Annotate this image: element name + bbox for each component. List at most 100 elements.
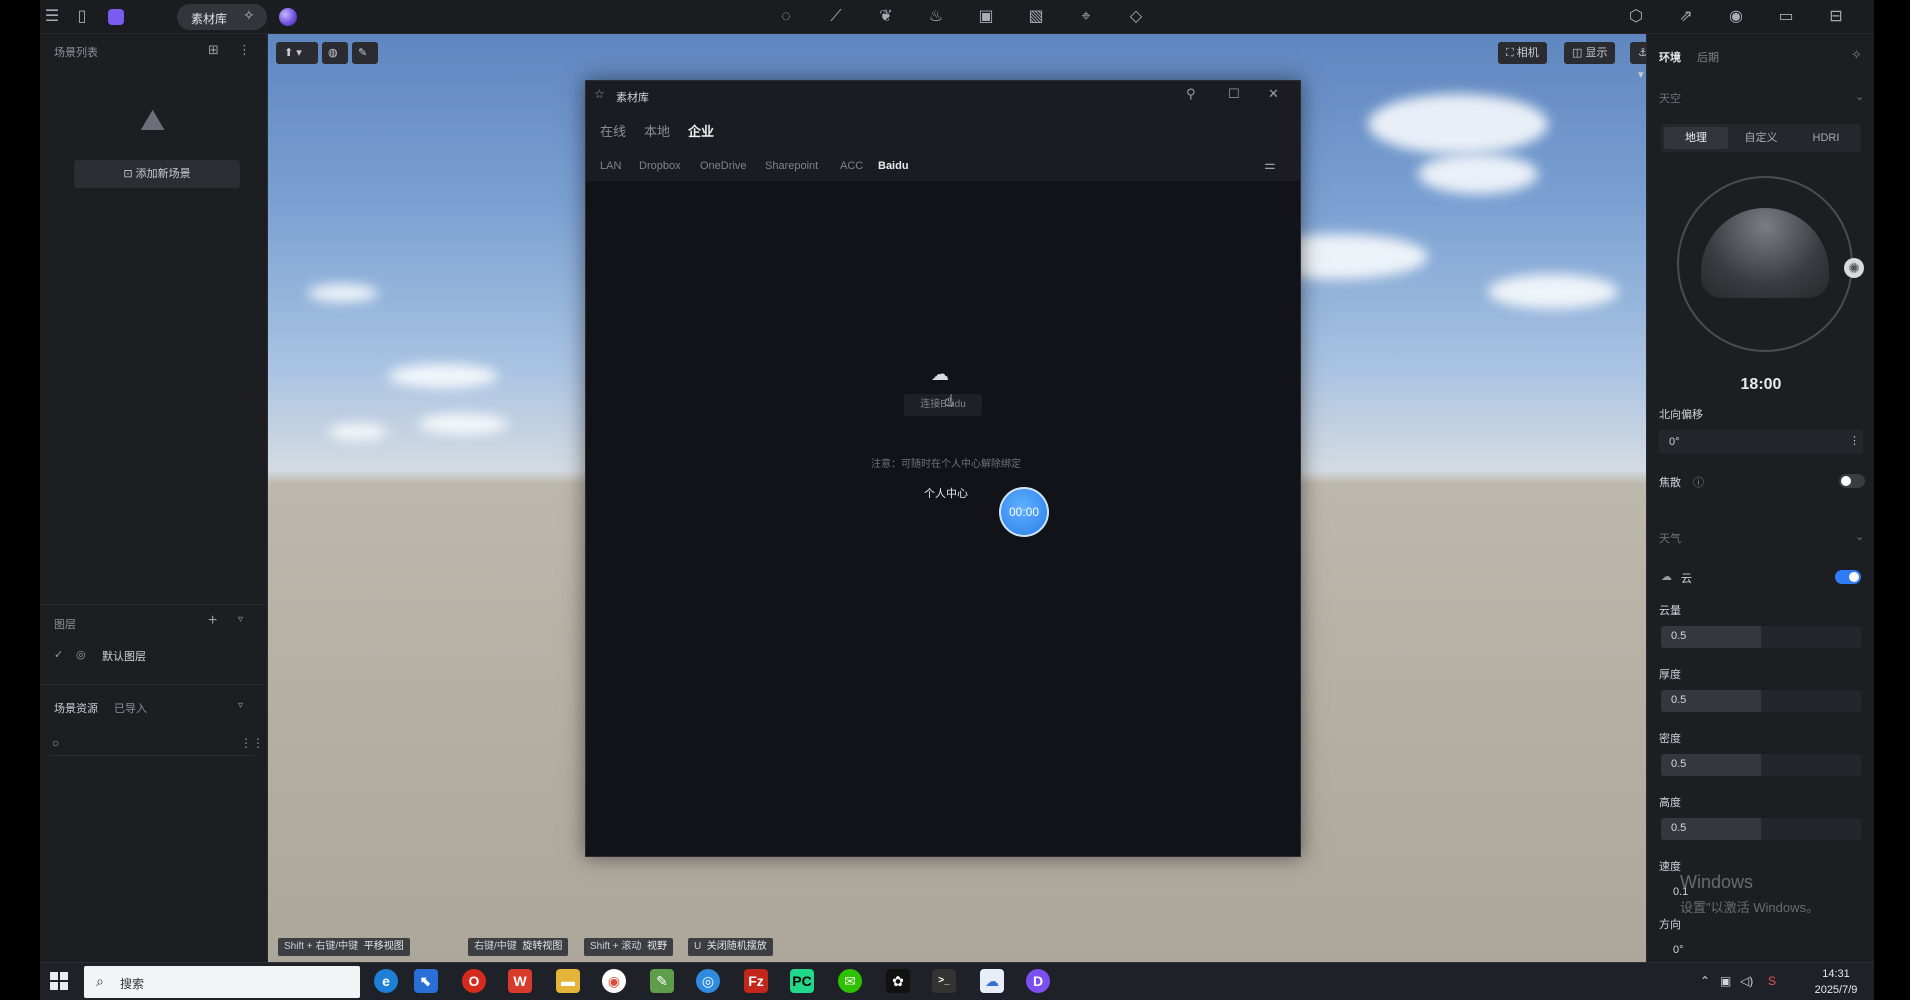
record-video-icon[interactable]: ▭ [1776,7,1796,27]
video-box-icon[interactable]: ▣ [976,7,996,27]
d5-render-icon[interactable]: D [1026,969,1050,993]
volume-icon[interactable]: ◁) [1740,974,1753,988]
path-icon[interactable]: ⟋ [826,7,846,27]
layers-stack-icon[interactable]: ◇ [1126,7,1146,27]
sky-mode-geo[interactable]: 地理 [1664,127,1728,149]
default-layer-label[interactable]: 默认图层 [102,648,146,664]
sky-mode-hdri[interactable]: HDRI [1794,127,1858,149]
baidu-netdisk-icon[interactable]: ☁ [980,969,1004,993]
shortcut-hint: Shift + 滚动 视野 [584,938,673,956]
sky-section-title[interactable]: 天空 [1659,90,1681,106]
check-icon[interactable]: ✓ [54,648,63,661]
direction-value[interactable]: 0° [1673,944,1684,956]
filter-icon[interactable]: ▿ [238,700,243,711]
grid-view-icon[interactable]: ⋮⋮ [240,736,264,750]
export-model-icon[interactable]: ⬡ [1626,7,1646,27]
editor-icon[interactable]: ✎ [650,969,674,993]
camera-icon[interactable]: ◉ [1726,7,1746,27]
personal-center-link[interactable]: 个人中心 [886,485,1006,501]
chevron-down-icon[interactable]: ⌄ [1855,530,1864,543]
chrome-icon[interactable]: ◉ [602,969,626,993]
terminal-icon[interactable]: >_ [932,969,956,993]
pinned-app-icon[interactable]: ⬉ [414,969,438,993]
wps-office-icon[interactable]: W [508,969,532,993]
tab-post[interactable]: 后期 [1697,49,1719,65]
tab-enterprise[interactable]: 企业 [688,121,714,140]
asset-search-input[interactable]: ○ [50,732,254,756]
tab-sharepoint[interactable]: Sharepoint [765,160,818,172]
tab-online[interactable]: 在线 [600,121,626,140]
opera-icon[interactable]: O [462,969,486,993]
sky-mode-custom[interactable]: 自定义 [1729,127,1793,149]
taskbar-search-box[interactable]: ⌕ 搜索 [84,966,360,998]
north-offset-input[interactable]: 0° [1659,430,1863,454]
tab-environment[interactable]: 环境 [1659,49,1681,65]
tab-acc[interactable]: ACC [840,160,863,172]
pin-icon[interactable]: ⚲ [1186,86,1196,102]
thickness-slider[interactable]: 0.5 [1661,690,1861,712]
filter-icon[interactable]: ▿ [238,614,243,625]
hint-action: 视野 [646,941,667,952]
select-tool-button[interactable]: ⬆ ▾ [276,42,318,64]
edge-browser-icon[interactable]: e [374,969,398,993]
density-slider[interactable]: 0.5 [1661,754,1861,776]
tray-expand-icon[interactable]: ⌃ [1700,974,1710,988]
speed-label: 速度 [1659,861,1681,873]
input-method-icon[interactable]: S [1768,974,1776,988]
scene-add-icon[interactable]: ⊞ [208,42,219,58]
display-button[interactable]: ◫ 显示 [1564,42,1616,64]
close-icon[interactable]: ✕ [1268,86,1279,102]
tab-local[interactable]: 本地 [644,121,670,140]
connect-baidu-button[interactable]: 连接Baidu [904,394,982,416]
plugin-icon[interactable] [108,9,124,25]
tab-dropbox[interactable]: Dropbox [639,160,681,172]
focus-toggle[interactable] [1839,474,1865,488]
imported-tab[interactable]: 已导入 [114,700,147,716]
pycharm-icon[interactable]: PC [790,969,814,993]
tab-baidu[interactable]: Baidu [878,160,909,172]
wechat-icon[interactable]: ✉ [838,969,862,993]
weather-section-title[interactable]: 天气 [1659,530,1681,546]
browser-icon[interactable]: ◎ [696,969,720,993]
ai-orb-icon[interactable] [279,8,297,26]
taskbar-clock[interactable]: 14:31 2025/7/9 [1806,966,1866,998]
layer-visible-icon[interactable]: ◎ [76,648,86,661]
ai-chat-icon[interactable]: ✿ [886,969,910,993]
library-button[interactable]: 素材库 ✧ [177,4,267,30]
sun-handle-icon[interactable]: ✺ [1844,258,1864,278]
recording-timer[interactable]: 00:00 [999,487,1049,537]
light-bulb-icon[interactable]: ◌ [776,7,796,27]
measure-icon[interactable]: ✎ [352,42,378,64]
cloud-toggle[interactable] [1835,570,1861,584]
add-layer-icon[interactable]: + [208,612,217,630]
share-image-icon[interactable]: ⇗ [1676,7,1696,27]
chevron-down-icon[interactable]: ⌄ [1855,90,1864,103]
file-explorer-icon[interactable]: ▬ [556,969,580,993]
annotate-icon[interactable]: ⌖ [1076,7,1096,27]
tab-lan[interactable]: LAN [600,160,621,172]
pin-panel-icon[interactable]: ✧ [1851,47,1862,63]
height-slider[interactable]: 0.5 [1661,818,1861,840]
more-icon[interactable]: ⋮ [238,42,251,58]
more-icon[interactable]: ⋮ [1849,434,1860,447]
settings-sliders-icon[interactable]: ⚌ [1264,157,1276,173]
network-icon[interactable]: ▣ [1720,974,1731,988]
inbox-icon[interactable]: ⊟ [1826,7,1846,27]
menu-icon[interactable]: ☰ [42,7,62,27]
sun-position-dial[interactable]: ✺ [1677,176,1864,352]
help-icon[interactable]: ⓘ [1693,474,1704,490]
fire-icon[interactable]: ♨ [926,7,946,27]
maximize-icon[interactable]: ☐ [1228,86,1240,102]
add-scene-button[interactable]: ⊡ 添加新场景 [74,160,240,188]
globe-icon[interactable]: ◍ [322,42,348,64]
section-icon[interactable]: ▧ [1026,7,1046,27]
leaf-icon[interactable]: ❦ [876,7,896,27]
cloud-amount-slider[interactable]: 0.5 [1661,626,1861,648]
file-icon[interactable]: ▯ [72,7,92,27]
assets-title[interactable]: 场景资源 [54,700,98,716]
search-label: 搜索 [120,977,145,991]
camera-button[interactable]: ⛶ 相机 [1498,42,1547,64]
tab-onedrive[interactable]: OneDrive [700,160,746,172]
windows-start-icon[interactable] [50,972,68,990]
filezilla-icon[interactable]: Fz [744,969,768,993]
